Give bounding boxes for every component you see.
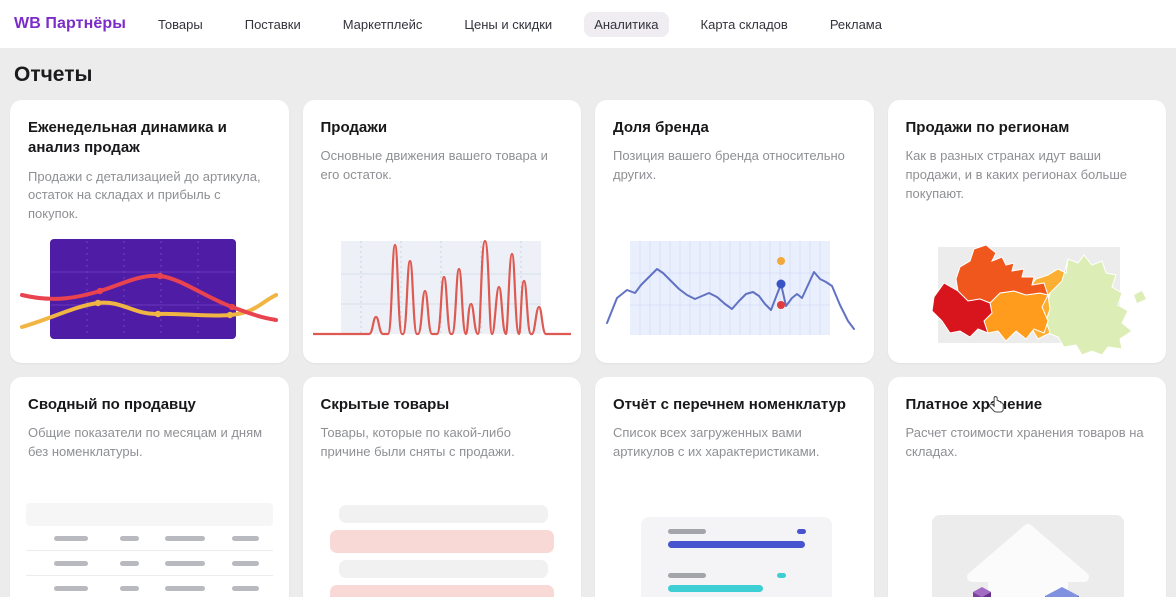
competitor-dot-yellow <box>777 257 786 265</box>
report-card-regions[interactable]: Продажи по регионам Как в разных странах… <box>887 100 1166 363</box>
card-title: Доля бренда <box>613 119 709 136</box>
card-description: Расчет стоимости хранения товаров на скл… <box>905 425 1144 460</box>
card-description: Как в разных странах идут ваши продажи, … <box>905 148 1128 201</box>
report-card-hidden-goods[interactable]: Скрытые товары Товары, которые по какой-… <box>302 377 582 597</box>
card-title: Продажи <box>320 119 388 136</box>
competitor-dot-red <box>777 301 786 309</box>
nav-item-analytics[interactable]: Аналитика <box>584 11 669 37</box>
nav-item-marketplace[interactable]: Маркетплейс <box>333 12 433 37</box>
report-card-paid-storage[interactable]: Платное хранение Расчет стоимости хранен… <box>887 377 1166 597</box>
card-title: Еженедельная динамика и анализ продаж <box>28 119 227 157</box>
card-description: Список всех загруженных вами артикулов с… <box>613 425 820 460</box>
weekly-dynamics-purple-chart-icon <box>20 239 279 339</box>
nav-item-goods[interactable]: Товары <box>148 12 213 37</box>
report-card-brand-share[interactable]: Доля бренда Позиция вашего бренда относи… <box>595 100 874 363</box>
nomenclature-list-icon <box>641 517 832 597</box>
card-title: Продажи по регионам <box>905 119 1070 136</box>
card-description: Продажи с детализацией до артикула, оста… <box>28 168 261 222</box>
report-card-sales[interactable]: Продажи Основные движения вашего товара … <box>302 100 581 363</box>
nav-item-ads[interactable]: Реклама <box>820 12 892 37</box>
top-navigation: WB Партнёры Товары Поставки Маркетплейс … <box>0 0 1176 48</box>
report-card-weekly-dynamics[interactable]: Еженедельная динамика и анализ продаж Пр… <box>10 100 289 363</box>
report-cards-grid: Еженедельная динамика и анализ продаж Пр… <box>0 100 1176 597</box>
hidden-goods-bars-icon <box>303 505 582 597</box>
nav-item-supplies[interactable]: Поставки <box>235 12 311 37</box>
summary-table-skeleton-icon <box>26 503 273 597</box>
card-title: Сводный по продавцу <box>28 396 196 413</box>
card-description: Основные движения вашего товара и его ос… <box>320 148 548 183</box>
card-description: Товары, которые по какой-либо причине бы… <box>320 425 515 460</box>
card-description: Позиция вашего бренда относительно други… <box>613 148 845 183</box>
card-title: Скрытые товары <box>320 396 450 413</box>
paid-storage-house-icon <box>931 515 1124 597</box>
nav-item-prices[interactable]: Цены и скидки <box>454 12 562 37</box>
brand-share-line-chart-icon <box>606 241 856 335</box>
card-title: Платное хранение <box>905 396 1043 413</box>
report-card-nomenclature[interactable]: Отчёт с перечнем номенклатур Список всех… <box>595 377 874 597</box>
regions-choropleth-map-icon <box>931 244 1146 356</box>
wb-partners-logo[interactable]: WB Партнёры <box>14 15 126 33</box>
nav-item-warehouse-map[interactable]: Карта складов <box>691 12 798 37</box>
brand-dot-blue <box>776 279 786 289</box>
card-description: Общие показатели по месяцам и дням без н… <box>28 425 263 460</box>
sales-red-spikes-chart-icon <box>312 239 571 336</box>
report-card-seller-summary[interactable]: Сводный по продавцу Общие показатели по … <box>10 377 289 597</box>
page-title: Отчеты <box>14 63 93 86</box>
card-title: Отчёт с перечнем номенклатур <box>613 396 846 413</box>
